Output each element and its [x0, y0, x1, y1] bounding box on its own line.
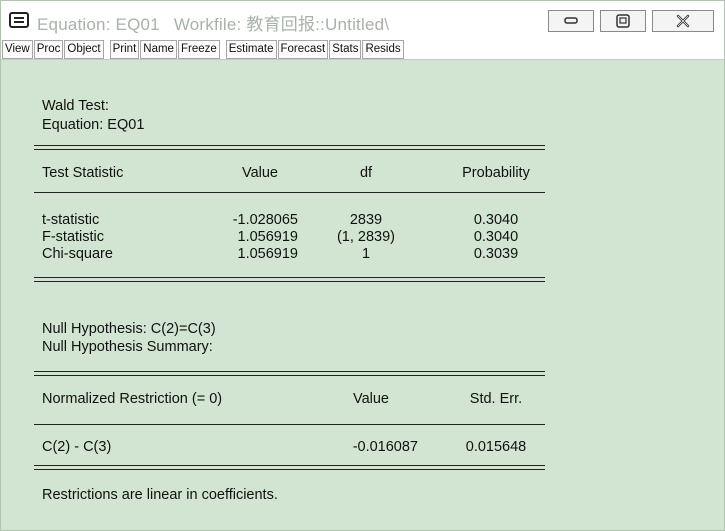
minimize-icon [564, 17, 578, 24]
forecast-button[interactable]: Forecast [277, 39, 329, 59]
table2-header-value: Value [352, 391, 389, 407]
freeze-button[interactable]: Freeze [177, 39, 220, 59]
title-equation: Equation: EQ01 [37, 15, 160, 34]
table2-cell: C(2) - C(3) [42, 439, 112, 455]
system-menu-icon[interactable] [9, 12, 29, 28]
table1-cell: 2839 [349, 212, 383, 228]
window-title: Equation: EQ01 Workfile: 教育回报::Untitled\ [37, 10, 389, 35]
name-button[interactable]: Name [140, 39, 177, 59]
output-heading-test: Wald Test: [42, 98, 109, 114]
title-workfile: Workfile: 教育回报::Untitled\ [173, 15, 390, 34]
table1-cell: 0.3040 [473, 212, 519, 228]
print-button[interactable]: Print [109, 39, 140, 59]
table1-cell: 1.056919 [237, 229, 298, 245]
estimate-button[interactable]: Estimate [225, 39, 277, 59]
table2-top-rule [34, 371, 545, 376]
table1-cell: 1 [361, 246, 371, 262]
table1-bottom-rule [34, 277, 545, 282]
maximize-button[interactable] [600, 10, 646, 32]
table1-header-df: df [359, 165, 373, 181]
restrictions-note: Restrictions are linear in coefficients. [42, 487, 278, 503]
proc-button[interactable]: Proc [33, 39, 64, 59]
stats-button[interactable]: Stats [329, 39, 362, 59]
table2-header-rule [34, 424, 545, 425]
minimize-button[interactable] [548, 10, 594, 32]
table1-cell: Chi-square [42, 246, 113, 262]
resids-button[interactable]: Resids [362, 39, 404, 59]
table2-cell: 0.015648 [465, 439, 527, 455]
close-icon [676, 14, 690, 28]
table1-cell: (1, 2839) [336, 229, 396, 245]
table1-cell: -1.028065 [232, 212, 298, 228]
table2-header-stderr: Std. Err. [469, 391, 523, 407]
object-button[interactable]: Object [64, 39, 104, 59]
table1-cell: 0.3039 [473, 246, 519, 262]
table2-cell: -0.016087 [352, 439, 418, 455]
close-button[interactable] [652, 10, 714, 32]
table1-cell: 0.3040 [473, 229, 519, 245]
table1-cell: F-statistic [42, 229, 105, 245]
table1-header-value: Value [241, 165, 278, 181]
table1-cell: t-statistic [42, 212, 100, 228]
table2-header-restriction: Normalized Restriction (= 0) [42, 391, 223, 407]
restore-icon [616, 14, 630, 28]
table2-bottom-rule [34, 465, 545, 470]
equation-toolbar: View Proc Object Print Name Freeze Estim… [1, 39, 724, 60]
equation-window: Equation: EQ01 Workfile: 教育回报::Untitled\ … [0, 0, 725, 531]
table1-header-rule [34, 192, 545, 193]
table1-top-rule [34, 145, 545, 150]
table1-header-statistic: Test Statistic [42, 165, 124, 181]
title-bar[interactable]: Equation: EQ01 Workfile: 教育回报::Untitled\ [1, 1, 724, 39]
table1-cell: 1.056919 [237, 246, 298, 262]
null-summary-text: Null Hypothesis Summary: [42, 339, 213, 355]
output-area: Wald Test: Equation: EQ01 Test Statistic… [1, 61, 724, 530]
table1-header-probability: Probability [462, 165, 530, 181]
output-heading-equation: Equation: EQ01 [42, 117, 145, 133]
view-button[interactable]: View [2, 39, 33, 59]
null-hypothesis-text: Null Hypothesis: C(2)=C(3) [42, 321, 216, 337]
